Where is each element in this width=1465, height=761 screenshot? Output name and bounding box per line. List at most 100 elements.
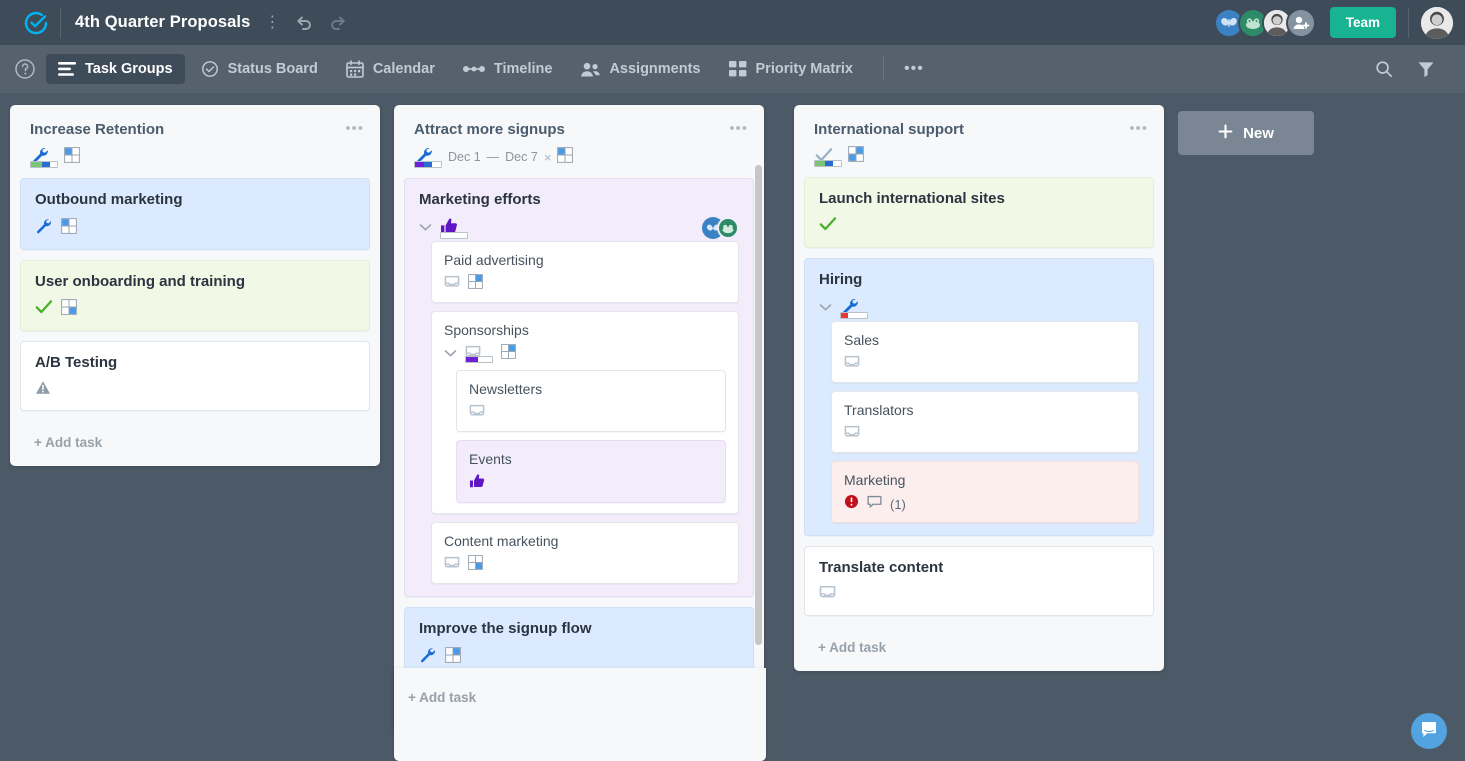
card-outbound-marketing[interactable]: Outbound marketing [20, 178, 370, 250]
add-task-button-col3[interactable]: + Add task [804, 626, 1154, 671]
column-meta [804, 138, 1154, 177]
card-sales[interactable]: Sales [831, 321, 1139, 383]
card-marketing[interactable]: Marketing (1) [831, 461, 1139, 523]
wrench-icon[interactable] [840, 297, 868, 319]
card-title: Improve the signup flow [419, 620, 592, 637]
card-title: A/B Testing [35, 354, 118, 371]
grid-icon[interactable] [468, 555, 483, 575]
comment-icon[interactable] [867, 495, 882, 514]
card-newsletters[interactable]: Newsletters [456, 370, 726, 432]
wrench-icon[interactable] [30, 146, 58, 168]
add-task-button-col1[interactable]: + Add task [20, 421, 370, 466]
inbox-icon[interactable] [465, 345, 493, 363]
chevron-down-icon[interactable] [419, 222, 432, 234]
card-meta [469, 473, 713, 494]
comment-count: (1) [890, 496, 906, 512]
tab-assignments[interactable]: Assignments [568, 54, 712, 84]
column-scrollbar[interactable] [755, 165, 762, 645]
column-kebab-menu[interactable]: ••• [345, 121, 364, 136]
subtask-list-level2: Newsletters Events [444, 364, 726, 503]
inbox-icon[interactable] [444, 275, 460, 294]
chevron-down-icon[interactable] [444, 348, 457, 360]
tab-task-groups[interactable]: Task Groups [46, 54, 185, 84]
board-kebab-menu[interactable]: ⋮ [264, 14, 280, 31]
tab-priority-matrix[interactable]: Priority Matrix [717, 54, 866, 84]
add-task-button-col2[interactable]: + Add task [394, 668, 766, 721]
inbox-icon[interactable] [844, 355, 860, 374]
inbox-icon[interactable] [469, 404, 485, 423]
more-views-button[interactable]: ••• [894, 56, 934, 82]
column-increase-retention[interactable]: Increase Retention ••• Outbound marketin… [10, 105, 380, 466]
check-circle-logo-icon [23, 10, 49, 36]
chat-bubble-button[interactable] [1411, 713, 1447, 749]
grid-icon[interactable] [557, 146, 574, 168]
inbox-icon[interactable] [819, 585, 836, 605]
card-hiring[interactable]: Hiring Sales Translators Marketing (1) [804, 258, 1154, 536]
card-meta [35, 217, 355, 239]
column-kebab-menu[interactable]: ••• [729, 121, 748, 136]
inbox-icon[interactable] [844, 425, 860, 444]
grid-icon[interactable] [445, 646, 461, 668]
card-launch-international-sites[interactable]: Launch international sites [804, 177, 1154, 248]
inbox-icon[interactable] [444, 556, 460, 575]
wrench-icon[interactable] [414, 146, 442, 168]
help-circle-icon[interactable] [14, 58, 36, 80]
card-translators[interactable]: Translators [831, 391, 1139, 453]
check-icon[interactable] [814, 147, 842, 167]
card-title: User onboarding and training [35, 273, 246, 290]
check-icon[interactable] [819, 216, 837, 237]
card-meta [419, 217, 739, 239]
grid-icon[interactable] [848, 146, 864, 167]
search-icon[interactable] [1375, 60, 1393, 78]
card-title: Marketing [844, 472, 906, 488]
card-title: Outbound marketing [35, 191, 183, 208]
new-column-button[interactable]: New [1178, 111, 1314, 155]
redo-icon[interactable] [328, 13, 348, 33]
grid-icon[interactable] [64, 146, 80, 168]
current-user-avatar[interactable] [1421, 6, 1453, 39]
tab-status-board[interactable]: Status Board [189, 53, 330, 85]
tab-timeline[interactable]: Timeline [451, 54, 565, 84]
thumbs-up-icon[interactable] [469, 473, 486, 494]
grid-icon[interactable] [61, 299, 77, 320]
avatar-frog[interactable] [717, 217, 739, 239]
alert-icon[interactable] [844, 494, 859, 514]
column-kebab-menu[interactable]: ••• [1129, 121, 1148, 136]
column-date-start[interactable]: Dec 1 [448, 150, 481, 164]
card-title: Events [469, 451, 512, 467]
grid-icon[interactable] [501, 344, 516, 364]
subtask-list: Paid advertising Sponsorships Newsletter… [419, 239, 739, 584]
card-events[interactable]: Events [456, 440, 726, 503]
card-meta [35, 299, 355, 320]
card-user-onboarding[interactable]: User onboarding and training [20, 260, 370, 331]
column-international-support[interactable]: International support ••• Launch interna… [794, 105, 1164, 671]
column-date-end[interactable]: Dec 7 [505, 150, 538, 164]
tab-calendar[interactable]: Calendar [334, 53, 447, 85]
member-avatars [1213, 7, 1316, 38]
avatar-add-member[interactable] [1285, 7, 1316, 38]
warning-icon[interactable] [35, 380, 51, 400]
filter-icon[interactable] [1417, 60, 1435, 78]
chevron-down-icon[interactable] [819, 302, 832, 314]
grid-icon[interactable] [468, 274, 483, 294]
card-sponsorships[interactable]: Sponsorships Newsletters Events [431, 311, 739, 514]
wrench-icon[interactable] [419, 646, 437, 668]
card-title: Launch international sites [819, 190, 1005, 207]
undo-icon[interactable] [294, 13, 314, 33]
team-button[interactable]: Team [1329, 7, 1396, 38]
card-paid-advertising[interactable]: Paid advertising [431, 241, 739, 303]
card-meta [469, 403, 713, 423]
thumbs-up-icon[interactable] [440, 217, 468, 239]
card-marketing-efforts[interactable]: Marketing efforts Paid advertising Spons… [404, 178, 754, 597]
grid-icon[interactable] [61, 217, 77, 239]
column-date-remove-icon[interactable]: × [544, 150, 552, 165]
card-translate-content[interactable]: Translate content [804, 546, 1154, 616]
card-meta [819, 585, 1139, 605]
card-meta [819, 297, 1139, 319]
app-logo[interactable] [14, 10, 58, 36]
wrench-icon[interactable] [35, 217, 53, 239]
check-icon[interactable] [35, 299, 53, 320]
card-ab-testing[interactable]: A/B Testing [20, 341, 370, 411]
card-content-marketing[interactable]: Content marketing [431, 522, 739, 584]
column-attract-more-signups[interactable]: Attract more signups ••• Dec 1 — Dec 7 ×… [394, 105, 764, 737]
